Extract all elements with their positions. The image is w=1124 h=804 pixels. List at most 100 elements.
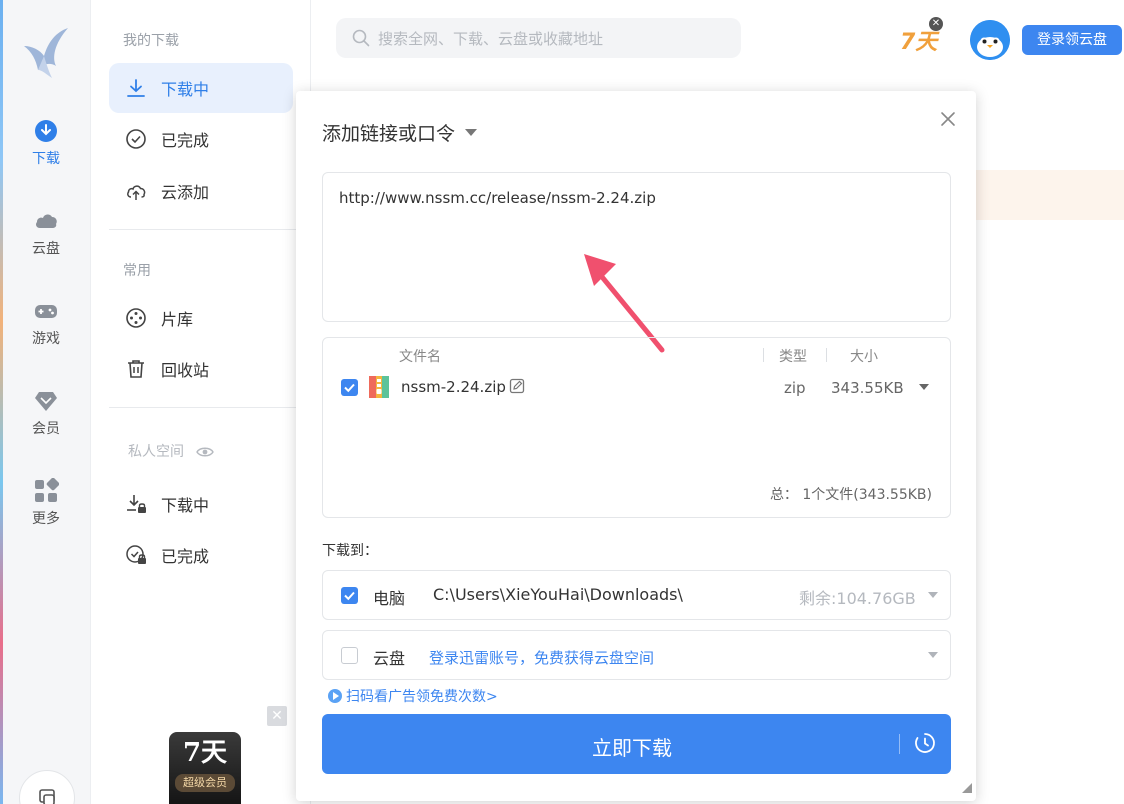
- file-list: 文件名 类型 大小 nssm-2.24.zip zip 343.55KB 总： …: [322, 337, 951, 518]
- close-icon[interactable]: [938, 109, 958, 129]
- check-lock-icon: [126, 545, 146, 564]
- rail-item-label: 下载: [32, 151, 60, 167]
- pc-checkbox[interactable]: [341, 587, 358, 604]
- avatar[interactable]: [970, 20, 1010, 60]
- ad-link-label: 扫码看广告领免费次数>: [346, 689, 498, 705]
- column-header-name: 文件名: [399, 349, 441, 365]
- section-title-common: 常用: [123, 263, 151, 279]
- sidebar-item-label: 下载中: [161, 80, 210, 99]
- check-circle-icon: [126, 129, 146, 149]
- download-arrow-icon: [127, 79, 145, 97]
- sidebar-divider: [109, 229, 311, 230]
- sidebar-item-completed[interactable]: 已完成: [109, 114, 293, 164]
- file-checkbox[interactable]: [341, 379, 358, 396]
- sidebar-item-private-completed[interactable]: 已完成: [109, 530, 293, 580]
- rail-item-label: 更多: [32, 511, 60, 527]
- search-placeholder: 搜索全网、下载、云盘或收藏地址: [378, 29, 604, 48]
- column-header-type: 类型: [779, 349, 807, 365]
- search-input[interactable]: 搜索全网、下载、云盘或收藏地址: [336, 18, 741, 58]
- download-sidebar: 我的下载 下载中 已完成 云添加 常用 片库 回收站 私人空间 下载中 已完成 …: [91, 0, 311, 804]
- sidebar-item-label: 下载中: [161, 496, 210, 515]
- app-logo-bird-icon: [24, 28, 68, 78]
- resize-handle-icon[interactable]: [962, 783, 972, 793]
- sidebar-divider: [109, 407, 311, 408]
- eye-icon[interactable]: [196, 445, 215, 459]
- download-now-label: 立即下载: [592, 736, 672, 760]
- rail-item-label: 游戏: [32, 331, 60, 347]
- check-icon: [344, 383, 355, 393]
- caret-down-icon: [465, 129, 478, 136]
- rail-item-games[interactable]: 游戏: [3, 298, 89, 358]
- sidebar-item-cloud-add[interactable]: 云添加: [109, 166, 293, 216]
- vip-promo-banner[interactable]: 7天 超级会员: [169, 732, 241, 804]
- promo-label: 超级会员: [175, 774, 235, 792]
- promo-days: 7天: [182, 738, 228, 768]
- url-text: http://www.nssm.cc/release/nssm-2.24.zip: [339, 189, 656, 207]
- section-title-private: 私人空间: [128, 441, 215, 461]
- file-expand-caret-icon[interactable]: [919, 384, 929, 390]
- cloud-icon: [36, 214, 57, 228]
- rail-item-label: 云盘: [32, 241, 60, 257]
- edit-icon[interactable]: [509, 378, 525, 394]
- promo-close-button[interactable]: ✕: [267, 706, 287, 726]
- column-separator: [763, 348, 764, 362]
- schedule-clock-icon[interactable]: [914, 732, 936, 754]
- sidebar-item-library[interactable]: 片库: [109, 293, 293, 343]
- file-total: 总： 1个文件(343.55KB): [769, 487, 932, 503]
- file-type: zip: [784, 379, 806, 397]
- download-circle-icon: [35, 120, 57, 142]
- rail-item-vip[interactable]: 会员: [3, 388, 89, 448]
- sidebar-item-label: 片库: [161, 310, 194, 329]
- trash-icon: [128, 360, 144, 378]
- path-dropdown-caret-icon[interactable]: [928, 592, 938, 598]
- play-icon: [328, 689, 342, 703]
- sidebar-item-downloading[interactable]: 下载中: [109, 63, 293, 113]
- free-space: 剩余:104.76GB: [799, 589, 916, 608]
- cloud-login-link[interactable]: 登录迅雷账号，免费获得云盘空间: [429, 647, 654, 668]
- column-header-size: 大小: [850, 349, 878, 365]
- ad-free-link[interactable]: 扫码看广告领免费次数>: [328, 686, 498, 706]
- badge-close-icon[interactable]: ✕: [929, 17, 943, 31]
- sidebar-item-private-downloading[interactable]: 下载中: [109, 479, 293, 529]
- destination-cloud[interactable]: 云盘 登录迅雷账号，免费获得云盘空间: [322, 630, 951, 680]
- gamepad-icon: [35, 305, 57, 318]
- dialog-title: 添加链接或口令: [322, 123, 456, 145]
- add-link-dialog: 添加链接或口令 http://www.nssm.cc/release/nssm-…: [296, 91, 976, 801]
- cloud-dropdown-caret-icon[interactable]: [928, 652, 938, 658]
- chat-icon: [39, 789, 55, 804]
- cloud-checkbox[interactable]: [341, 647, 358, 664]
- diamond-icon: [35, 392, 57, 411]
- download-path[interactable]: C:\Users\XieYouHai\Downloads\: [433, 585, 683, 604]
- download-lock-icon: [127, 495, 146, 513]
- cloud-label: 云盘: [373, 649, 406, 668]
- rail-item-more[interactable]: 更多: [3, 478, 89, 538]
- file-size: 343.55KB: [831, 379, 904, 397]
- background-notice-strip: [976, 170, 1124, 220]
- feedback-button[interactable]: [19, 770, 75, 804]
- sidebar-item-recycle[interactable]: 回收站: [109, 344, 293, 394]
- column-separator: [826, 348, 827, 362]
- destination-pc[interactable]: 电脑 C:\Users\XieYouHai\Downloads\ 剩余:104.…: [322, 570, 951, 620]
- rail-item-download[interactable]: 下载: [3, 118, 89, 178]
- login-button[interactable]: 登录领云盘: [1022, 25, 1122, 55]
- cloud-upload-icon: [127, 185, 146, 200]
- icon-rail: 下载 云盘 游戏 会员 更多: [0, 0, 91, 804]
- sidebar-item-label: 已完成: [161, 547, 210, 566]
- sidebar-item-label: 回收站: [161, 361, 210, 380]
- button-separator: [899, 734, 900, 754]
- bird-avatar-icon: [970, 20, 1010, 60]
- private-space-label: 私人空间: [128, 444, 184, 460]
- download-now-button[interactable]: 立即下载: [322, 714, 951, 774]
- file-name: nssm-2.24.zip: [401, 378, 506, 396]
- rail-item-cloud[interactable]: 云盘: [3, 208, 89, 268]
- sidebar-item-label: 云添加: [161, 183, 210, 202]
- download-to-label: 下载到：: [322, 543, 378, 559]
- zip-file-icon: [369, 376, 389, 398]
- dialog-title-dropdown[interactable]: 添加链接或口令: [322, 119, 478, 146]
- check-icon: [344, 591, 355, 601]
- sidebar-item-label: 已完成: [161, 131, 210, 150]
- section-title-my-downloads: 我的下载: [123, 33, 179, 49]
- grid-icon: [35, 478, 59, 502]
- film-reel-icon: [126, 308, 146, 328]
- rail-item-label: 会员: [32, 421, 60, 437]
